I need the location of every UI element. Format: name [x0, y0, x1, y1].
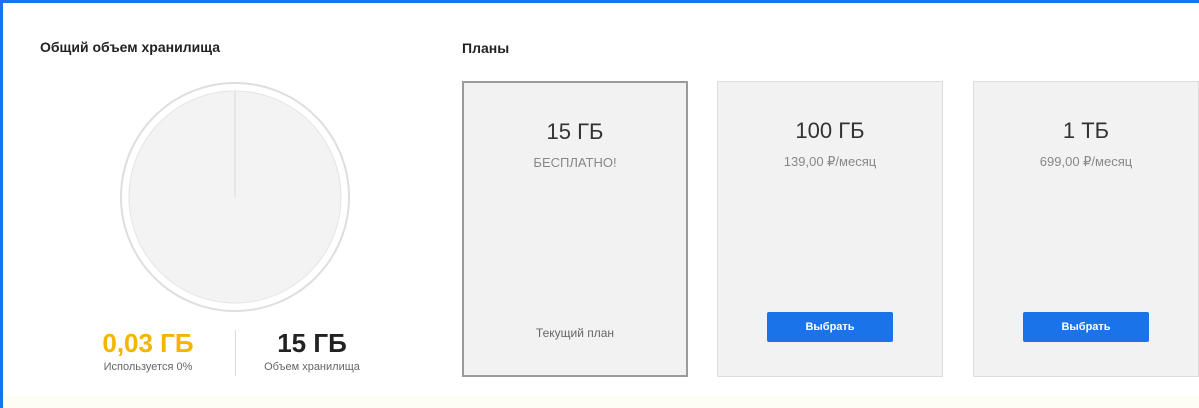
used-storage-caption: Используется 0% [103, 361, 193, 373]
stats-divider [235, 330, 236, 376]
plan-price: БЕСПЛАТНО! [533, 155, 617, 170]
plan-size: 1 ТБ [1062, 118, 1110, 143]
select-plan-100gb-button[interactable]: Выбрать [767, 312, 893, 342]
plan-price: 699,00 ₽/месяц [1039, 154, 1133, 169]
total-storage-stat: 15 ГБ Объем хранилища [237, 328, 387, 373]
total-storage-caption: Объем хранилища [264, 361, 360, 373]
plan-size: 100 ГБ [795, 118, 865, 143]
used-storage-stat: 0,03 ГБ Используется 0% [63, 328, 233, 373]
plan-card-15gb: 15 ГБ БЕСПЛАТНО! Текущий план [462, 81, 688, 377]
plan-price: 139,00 ₽/месяц [783, 154, 877, 169]
storage-usage-chart [120, 82, 350, 312]
plan-card-100gb[interactable]: 100 ГБ 139,00 ₽/месяц Выбрать [717, 81, 943, 377]
current-plan-label: Текущий план [535, 326, 615, 340]
plans-section-title: Планы [462, 40, 510, 56]
bottom-strip [6, 396, 1199, 408]
storage-section-title: Общий объем хранилища [40, 39, 220, 55]
plan-size: 15 ГБ [546, 119, 604, 144]
total-storage-value: 15 ГБ [277, 328, 347, 358]
select-plan-1tb-button[interactable]: Выбрать [1023, 312, 1149, 342]
storage-settings-panel: Общий объем хранилища 0,03 ГБ Использует… [0, 0, 1199, 408]
used-storage-value: 0,03 ГБ [102, 328, 194, 358]
storage-stats: 0,03 ГБ Используется 0% 15 ГБ Объем хран… [63, 328, 393, 383]
plan-card-1tb[interactable]: 1 ТБ 699,00 ₽/месяц Выбрать [973, 81, 1199, 377]
